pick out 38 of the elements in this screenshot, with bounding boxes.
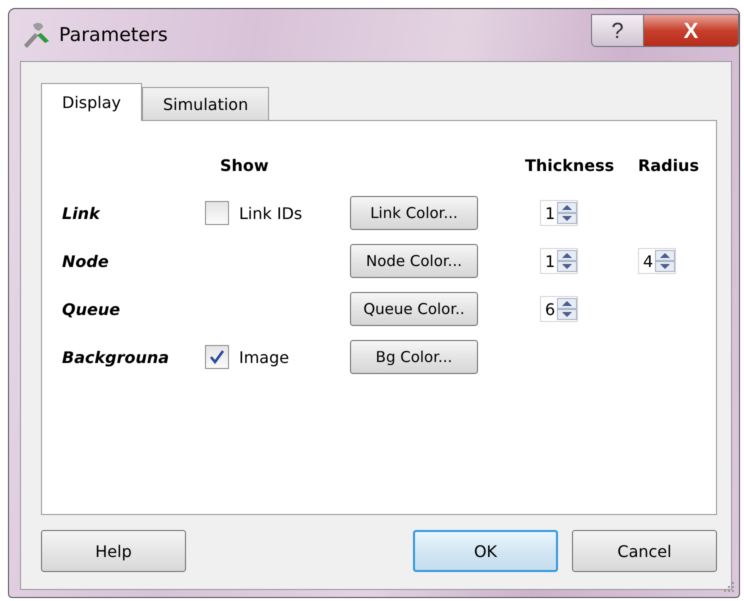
- checkbox-label: Link IDs: [239, 204, 302, 222]
- spin-box[interactable]: 1: [540, 248, 578, 274]
- tab[interactable]: Display: [41, 83, 142, 121]
- help-button[interactable]: ?: [591, 14, 644, 47]
- color-button[interactable]: Bg Color...: [350, 340, 478, 374]
- spin-value: 1: [545, 204, 556, 222]
- checkbox[interactable]: [205, 345, 229, 369]
- dialog-button[interactable]: Cancel: [572, 530, 717, 572]
- color-button[interactable]: Queue Color..: [350, 292, 478, 326]
- column-header: Thickness: [525, 156, 614, 174]
- row-label: Queue: [62, 300, 120, 318]
- spin-arrows-icon[interactable]: [557, 202, 578, 224]
- check-icon: [209, 349, 225, 365]
- spin-arrows-icon[interactable]: [655, 250, 676, 272]
- row-label: Link: [62, 204, 100, 222]
- spin-box[interactable]: 6: [540, 296, 578, 322]
- column-header: Show: [220, 156, 269, 174]
- spin-box[interactable]: 1: [540, 200, 578, 226]
- window-title: Parameters: [59, 24, 168, 46]
- column-header: Radius: [638, 156, 699, 174]
- spin-arrows-icon[interactable]: [557, 250, 578, 272]
- tools-icon: [21, 21, 51, 49]
- checkbox[interactable]: [205, 201, 229, 225]
- spin-value: 6: [545, 300, 556, 318]
- tab[interactable]: Simulation: [142, 87, 270, 120]
- row-label: Node: [62, 252, 109, 270]
- dialog-button[interactable]: OK: [413, 530, 558, 572]
- spin-value: 1: [545, 252, 556, 270]
- row-label: Backgrouna: [62, 348, 170, 366]
- spin-value: 4: [643, 252, 654, 270]
- color-button[interactable]: Link Color...: [350, 196, 478, 230]
- color-button[interactable]: Node Color...: [350, 244, 478, 278]
- dialog-button[interactable]: Help: [41, 530, 186, 572]
- checkbox-label: Image: [239, 348, 290, 366]
- close-button[interactable]: X: [644, 14, 739, 47]
- spin-box[interactable]: 4: [638, 248, 676, 274]
- spin-arrows-icon[interactable]: [557, 298, 578, 320]
- resize-grip-icon[interactable]: [723, 581, 735, 593]
